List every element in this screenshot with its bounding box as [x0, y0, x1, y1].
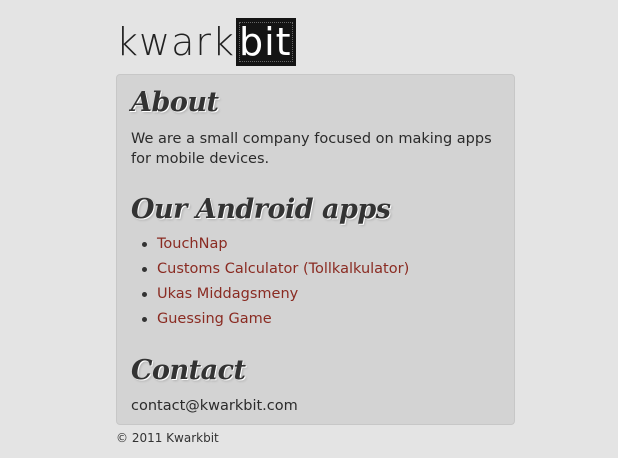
app-link-touchnap[interactable]: TouchNap — [157, 236, 228, 252]
apps-heading: Our Android apps — [131, 194, 391, 225]
app-link-guessing-game[interactable]: Guessing Game — [157, 311, 272, 327]
logo-text-kwark: kwark — [116, 20, 235, 64]
bullet-icon — [142, 317, 147, 322]
app-link-ukas-middagsmeny[interactable]: Ukas Middagsmeny — [157, 286, 298, 302]
apps-list: TouchNap Customs Calculator (Tollkalkula… — [131, 232, 409, 332]
logo-text-bit: bit — [236, 18, 296, 66]
list-item: Customs Calculator (Tollkalkulator) — [131, 257, 409, 282]
list-item: Ukas Middagsmeny — [131, 282, 409, 307]
footer-copyright: © 2011 Kwarkbit — [116, 431, 219, 445]
bullet-icon — [142, 292, 147, 297]
app-link-customs-calculator[interactable]: Customs Calculator (Tollkalkulator) — [157, 261, 409, 277]
list-item: TouchNap — [131, 232, 409, 257]
content-card: About We are a small company focused on … — [116, 74, 515, 425]
contact-heading: Contact — [131, 355, 246, 386]
bullet-icon — [142, 242, 147, 247]
contact-email[interactable]: contact@kwarkbit.com — [131, 396, 501, 416]
about-text: We are a small company focused on making… — [131, 131, 492, 167]
bullet-icon — [142, 267, 147, 272]
about-heading: About — [131, 87, 219, 118]
list-item: Guessing Game — [131, 307, 409, 332]
site-logo[interactable]: kwark bit — [116, 18, 296, 66]
